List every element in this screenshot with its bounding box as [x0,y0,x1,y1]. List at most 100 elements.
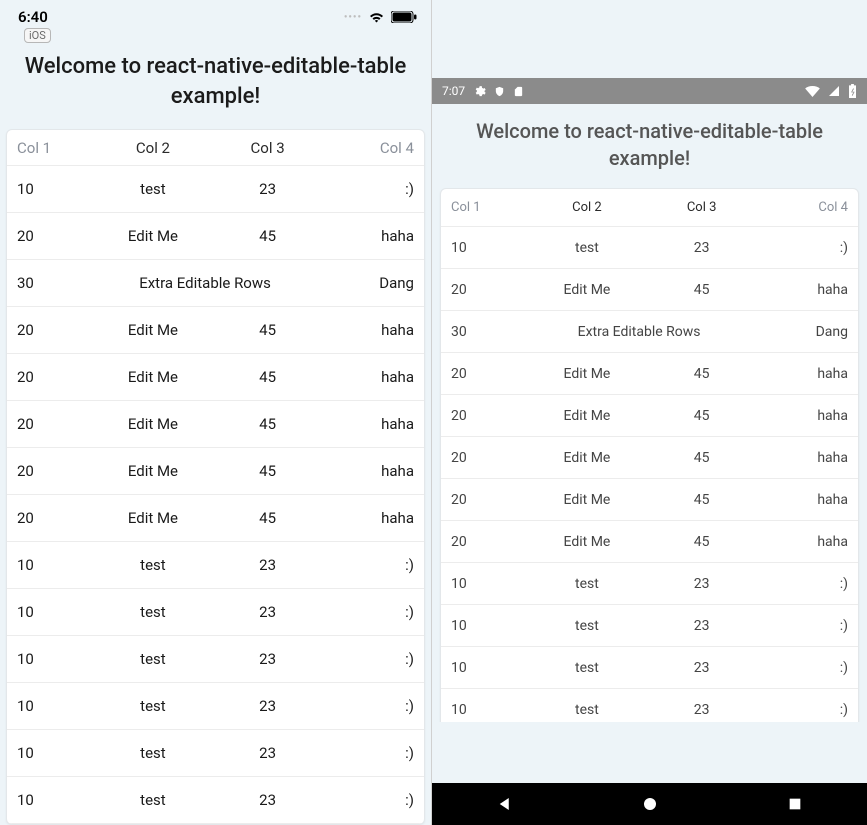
table-cell[interactable]: Edit Me [90,509,215,527]
table-cell[interactable]: Dang [320,274,424,292]
table-cell[interactable]: Edit Me [524,534,649,550]
table-cell[interactable]: 10 [7,791,90,809]
table-cell[interactable]: 10 [7,556,90,574]
table-cell[interactable]: 20 [7,368,90,386]
table-row[interactable]: 10test23:) [441,605,858,647]
table-cell[interactable]: :) [320,603,424,621]
table-cell[interactable]: 10 [441,660,524,676]
table-cell[interactable]: 20 [441,534,524,550]
table-cell[interactable]: 45 [215,415,319,433]
table-cell[interactable]: haha [754,408,858,424]
table-cell[interactable]: 20 [7,415,90,433]
table-cell[interactable]: 10 [7,744,90,762]
table-row[interactable]: 30Extra Editable RowsDang [441,311,858,353]
table-cell[interactable]: 10 [441,618,524,634]
table-cell[interactable]: haha [320,415,424,433]
table-row[interactable]: 10test23:) [7,683,424,730]
table-cell[interactable]: :) [320,697,424,715]
table-row[interactable]: 20Edit Me45haha [441,521,858,563]
table-row[interactable]: 20Edit Me45haha [441,353,858,395]
table-cell[interactable]: Edit Me [90,368,215,386]
table-cell[interactable]: haha [320,321,424,339]
table-cell[interactable]: haha [320,462,424,480]
table-cell[interactable]: 23 [649,240,753,256]
table-cell[interactable]: Edit Me [524,450,649,466]
table-cell[interactable]: :) [754,240,858,256]
table-row[interactable]: 10test23:) [7,542,424,589]
table-cell[interactable]: 10 [7,697,90,715]
back-button[interactable] [496,795,514,813]
table-row[interactable]: 30Extra Editable RowsDang [7,260,424,307]
table-cell[interactable]: 20 [441,492,524,508]
table-cell[interactable]: haha [754,534,858,550]
table-cell[interactable]: :) [320,650,424,668]
table-cell[interactable]: Edit Me [90,462,215,480]
table-row[interactable]: 10test23:) [7,636,424,683]
table-cell[interactable]: Edit Me [524,282,649,298]
table-cell[interactable]: 30 [7,274,90,292]
table-cell[interactable]: 45 [649,366,753,382]
table-cell[interactable]: 45 [215,509,319,527]
table-row[interactable]: 10test23:) [7,166,424,213]
table-cell[interactable]: 30 [441,324,524,340]
table-cell[interactable]: 45 [649,408,753,424]
table-cell[interactable]: 10 [441,240,524,256]
table-cell[interactable]: :) [754,618,858,634]
table-cell[interactable]: 10 [7,650,90,668]
table-cell[interactable]: 10 [7,180,90,198]
home-button[interactable] [641,795,659,813]
table-cell[interactable]: 23 [649,702,753,718]
table-cell[interactable]: 23 [215,791,319,809]
table-cell[interactable]: 45 [649,282,753,298]
table-cell[interactable]: test [90,791,215,809]
table-cell-merged[interactable]: Extra Editable Rows [524,324,753,340]
table-cell[interactable]: 23 [649,618,753,634]
table-cell[interactable]: 23 [215,603,319,621]
recents-button[interactable] [787,796,803,812]
table-cell[interactable]: test [524,576,649,592]
table-cell[interactable]: :) [754,576,858,592]
table-row[interactable]: 10test23:) [7,777,424,824]
table-cell[interactable]: 23 [215,697,319,715]
table-row[interactable]: 10test23:) [7,589,424,636]
table-cell[interactable]: haha [754,492,858,508]
table-row[interactable]: 20Edit Me45haha [441,437,858,479]
table-cell[interactable]: 45 [649,534,753,550]
table-cell[interactable]: 20 [7,321,90,339]
table-row[interactable]: 20Edit Me45haha [441,395,858,437]
table-cell[interactable]: 45 [215,227,319,245]
table-cell[interactable]: test [524,240,649,256]
table-cell[interactable]: haha [754,450,858,466]
table-cell[interactable]: test [524,660,649,676]
table-cell[interactable]: :) [320,791,424,809]
table-cell[interactable]: Edit Me [524,408,649,424]
table-cell[interactable]: 20 [7,462,90,480]
table-cell[interactable]: haha [754,282,858,298]
table-cell[interactable]: Edit Me [524,492,649,508]
table-cell[interactable]: test [90,556,215,574]
table-row[interactable]: 20Edit Me45haha [7,213,424,260]
table-cell[interactable]: 20 [7,227,90,245]
table-cell[interactable]: test [524,618,649,634]
table-row[interactable]: 10test23:) [441,689,858,722]
table-cell[interactable]: 10 [441,702,524,718]
table-cell[interactable]: test [524,702,649,718]
table-row[interactable]: 20Edit Me45haha [7,354,424,401]
table-cell[interactable]: :) [754,702,858,718]
table-cell[interactable]: 45 [649,492,753,508]
table-cell-merged[interactable]: Extra Editable Rows [90,274,319,292]
table-row[interactable]: 20Edit Me45haha [441,479,858,521]
table-cell[interactable]: 45 [215,462,319,480]
table-row[interactable]: 10test23:) [441,227,858,269]
table-cell[interactable]: 20 [441,366,524,382]
table-cell[interactable]: :) [320,180,424,198]
table-cell[interactable]: 23 [215,650,319,668]
table-cell[interactable]: test [90,697,215,715]
table-cell[interactable]: test [90,744,215,762]
table-row[interactable]: 20Edit Me45haha [441,269,858,311]
table-cell[interactable]: 20 [7,509,90,527]
table-cell[interactable]: 45 [215,321,319,339]
table-cell[interactable]: 23 [215,180,319,198]
table-row[interactable]: 20Edit Me45haha [7,401,424,448]
table-cell[interactable]: :) [754,660,858,676]
